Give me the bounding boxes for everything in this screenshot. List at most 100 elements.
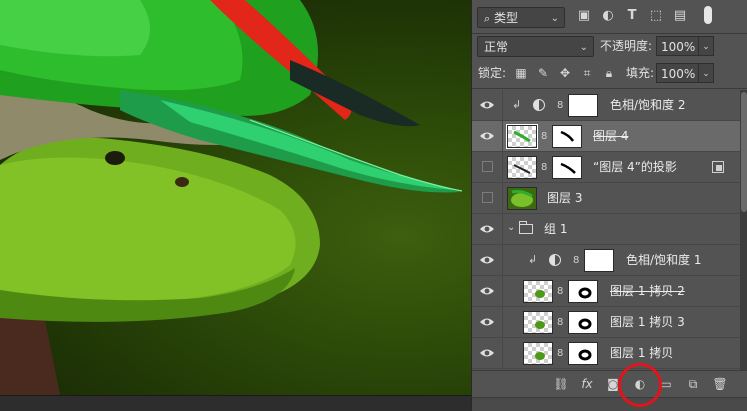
divider: [502, 183, 503, 214]
link-icon[interactable]: 8: [557, 347, 565, 360]
smartobject-filter-icon[interactable]: ▤: [672, 8, 688, 24]
layer-mask-thumbnail[interactable]: [552, 125, 582, 148]
divider: [502, 245, 503, 276]
layer-row[interactable]: 8 图层 1 拷贝 2: [472, 276, 740, 307]
fill-input[interactable]: 100%: [656, 63, 699, 83]
image-filter-icon[interactable]: ▣: [576, 8, 592, 24]
layers-toolbar: ⛓ fx ◙ ◐ ▭ ⧉ 🗑︎: [472, 370, 747, 397]
blend-mode-value: 正常: [484, 40, 509, 54]
canvas-image: [0, 0, 463, 395]
layer-name[interactable]: 图层 3: [547, 183, 582, 214]
link-icon[interactable]: 8: [541, 130, 549, 143]
layer-row[interactable]: 8 图层 1 拷贝: [472, 338, 740, 369]
layer-name[interactable]: 图层 1 拷贝 3: [610, 307, 685, 338]
layer-thumbnail[interactable]: [506, 124, 538, 149]
layer-name[interactable]: 色相/饱和度 2: [610, 90, 686, 121]
blend-mode-select[interactable]: 正常 ⌄: [477, 36, 594, 57]
divider: [502, 90, 503, 121]
layer-thumbnail[interactable]: [523, 280, 553, 303]
layer-mask-thumbnail[interactable]: [584, 249, 614, 272]
divider: [502, 214, 503, 245]
eye-icon[interactable]: [479, 253, 495, 267]
divider: [502, 152, 503, 183]
divider: [502, 307, 503, 338]
layer-name[interactable]: 色相/饱和度 1: [626, 245, 702, 276]
layer-row[interactable]: 8 图层 4: [472, 121, 740, 152]
lock-image-icon[interactable]: ✎: [536, 66, 550, 80]
lock-transparent-icon[interactable]: ▦: [514, 66, 528, 80]
opacity-input[interactable]: 100%: [656, 36, 699, 56]
chevron-down-icon: ⌄: [579, 42, 588, 53]
divider: [502, 121, 503, 152]
fill-label: 填充:: [626, 66, 655, 80]
fx-icon[interactable]: fx: [579, 376, 595, 392]
panel-footer: [472, 397, 747, 411]
chevron-down-icon[interactable]: ⌄: [507, 222, 515, 233]
layer-thumbnail[interactable]: [523, 311, 553, 334]
layer-name[interactable]: “图层 4”的投影: [593, 152, 677, 183]
layer-mask-thumbnail[interactable]: [568, 280, 598, 303]
filter-toggle[interactable]: [704, 6, 712, 24]
visibility-toggle[interactable]: [482, 192, 493, 203]
canvas-status-strip: [0, 395, 471, 411]
adjustment-filter-icon[interactable]: ◐: [600, 8, 616, 24]
eye-icon[interactable]: [479, 222, 495, 236]
lock-position-icon[interactable]: ✥: [558, 66, 572, 80]
link-icon[interactable]: 8: [557, 316, 565, 329]
chevron-down-icon: ⌄: [550, 13, 559, 24]
divider: [502, 338, 503, 369]
layer-thumbnail[interactable]: [507, 187, 537, 210]
layer-thumbnail[interactable]: [507, 156, 537, 179]
link-icon[interactable]: 8: [573, 254, 581, 267]
document-canvas[interactable]: [0, 0, 471, 395]
lock-label: 锁定:: [478, 66, 507, 80]
filter-kind-label: 类型: [494, 11, 519, 25]
eye-icon[interactable]: [479, 315, 495, 329]
fill-chevron-icon[interactable]: ⌄: [699, 63, 714, 83]
visibility-toggle[interactable]: [482, 161, 493, 172]
lock-all-icon[interactable]: 🔒︎: [602, 66, 616, 80]
layer-row[interactable]: 8 “图层 4”的投影: [472, 152, 740, 183]
eye-icon[interactable]: [479, 98, 495, 112]
layers-list: ↲ 8 色相/饱和度 2 8 图层 4 8 “图层 4”的投影 图层 3 ⌄ 组…: [472, 90, 740, 370]
layers-scrollbar[interactable]: [740, 90, 747, 370]
opacity-chevron-icon[interactable]: ⌄: [699, 36, 714, 56]
divider: [472, 33, 747, 34]
layer-mask-thumbnail[interactable]: [568, 342, 598, 365]
trash-icon[interactable]: 🗑︎: [712, 376, 728, 392]
layer-row[interactable]: ↲ 8 色相/饱和度 2: [472, 90, 740, 121]
link-icon[interactable]: 8: [541, 161, 549, 174]
layer-row[interactable]: ↲ 8 色相/饱和度 1: [472, 245, 740, 276]
link-icon[interactable]: ⛓: [553, 376, 569, 392]
adjustment-icon: [533, 99, 545, 111]
layer-mask-thumbnail[interactable]: [552, 156, 582, 179]
link-icon[interactable]: 8: [557, 99, 565, 112]
layers-panel: ⌕ 类型 ⌄ ▣ ◐ T ⬚ ▤ 正常 ⌄ 不透明度: 100% ⌄ 锁定: ▦…: [471, 0, 747, 411]
opacity-label: 不透明度:: [600, 39, 653, 53]
layer-row[interactable]: 8 图层 1 拷贝 3: [472, 307, 740, 338]
layer-thumbnail[interactable]: [523, 342, 553, 365]
search-icon: ⌕: [484, 12, 491, 25]
shape-filter-icon[interactable]: ⬚: [648, 8, 664, 24]
eye-icon[interactable]: [479, 346, 495, 360]
folder-icon: [519, 221, 533, 234]
layer-name[interactable]: 组 1: [544, 214, 567, 245]
eye-icon[interactable]: [479, 129, 495, 143]
scrollbar-thumb[interactable]: [741, 92, 747, 212]
layer-mask-thumbnail[interactable]: [568, 94, 598, 117]
divider: [502, 276, 503, 307]
type-filter-icon[interactable]: T: [624, 8, 640, 24]
clip-arrow-icon: ↲: [512, 98, 522, 111]
layer-row[interactable]: 图层 3: [472, 183, 740, 214]
link-icon[interactable]: 8: [557, 285, 565, 298]
lock-artboard-icon[interactable]: ⌗: [580, 66, 594, 80]
clip-arrow-icon: ↲: [528, 253, 538, 266]
layer-row[interactable]: ⌄ 组 1: [472, 214, 740, 245]
filter-kind-select[interactable]: ⌕ 类型 ⌄: [477, 7, 565, 28]
layer-name[interactable]: 图层 4: [593, 121, 628, 152]
layer-mask-thumbnail[interactable]: [568, 311, 598, 334]
smart-object-badge-icon: [712, 161, 724, 173]
new-layer-icon[interactable]: ⧉: [685, 376, 701, 392]
eye-icon[interactable]: [479, 284, 495, 298]
layer-name[interactable]: 图层 1 拷贝 2: [610, 276, 685, 307]
